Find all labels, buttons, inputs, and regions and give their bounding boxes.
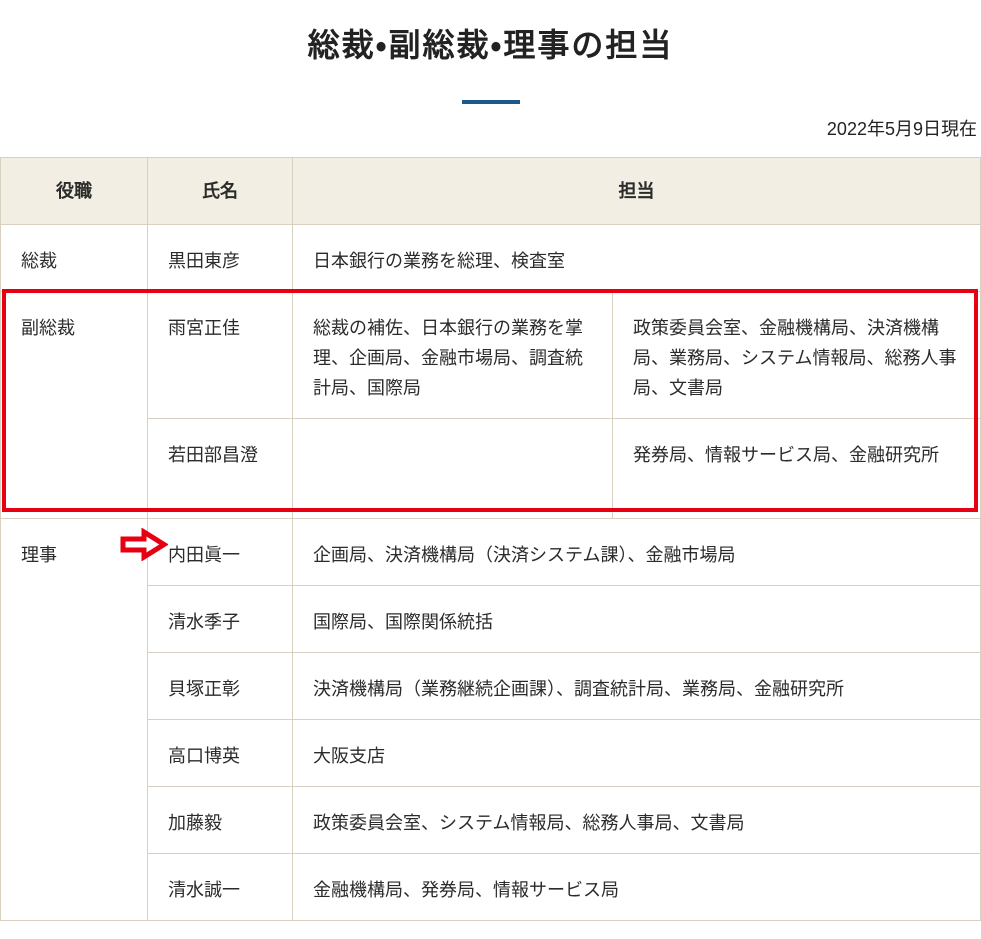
cell-deputy2-charge-main (293, 419, 613, 519)
cell-director6-name: 清水誠一 (148, 854, 293, 921)
cell-director1-charge: 企画局、決済機構局（決済システム課）、金融市場局 (293, 519, 981, 586)
table-wrap: 役職 氏名 担当 総裁 黒田東彦 日本銀行の業務を総理、検査室 副総裁 雨宮正佳… (0, 157, 981, 921)
cell-deputy1-charge-main: 総裁の補佐、日本銀行の業務を掌理、企画局、金融市場局、調査統計局、国際局 (293, 292, 613, 419)
header-position: 役職 (1, 158, 148, 225)
cell-governor-position: 総裁 (1, 225, 148, 292)
cell-director1-name: 内田眞一 (148, 519, 293, 586)
page: 総裁・副総裁・理事の担当 2022年5月9日現在 役職 氏名 担当 総裁 黒 (0, 26, 981, 921)
cell-deputy1-charge-sub: 政策委員会室、金融機構局、決済機構局、業務局、システム情報局、総務人事局、文書局 (613, 292, 981, 419)
cell-governor-charge: 日本銀行の業務を総理、検査室 (293, 225, 981, 292)
cell-deputy-position: 副総裁 (1, 292, 148, 519)
cell-director5-charge: 政策委員会室、システム情報局、総務人事局、文書局 (293, 787, 981, 854)
page-title: 総裁・副総裁・理事の担当 (0, 26, 981, 64)
table-row-director-5: 加藤毅 政策委員会室、システム情報局、総務人事局、文書局 (1, 787, 981, 854)
cell-director2-charge: 国際局、国際関係統括 (293, 586, 981, 653)
table-row-director-6: 清水誠一 金融機構局、発券局、情報サービス局 (1, 854, 981, 921)
table-header-row: 役職 氏名 担当 (1, 158, 981, 225)
table-row-director-1: 理事 内田眞一 企画局、決済機構局（決済システム課）、金融市場局 (1, 519, 981, 586)
header-charge: 担当 (293, 158, 981, 225)
table-row-director-2: 清水季子 国際局、国際関係統括 (1, 586, 981, 653)
cell-director2-name: 清水季子 (148, 586, 293, 653)
cell-governor-name: 黒田東彦 (148, 225, 293, 292)
cell-director3-charge: 決済機構局（業務継続企画課）、調査統計局、業務局、金融研究所 (293, 653, 981, 720)
table-row-director-3: 貝塚正彰 決済機構局（業務継続企画課）、調査統計局、業務局、金融研究所 (1, 653, 981, 720)
cell-deputy2-charge-sub: 発券局、情報サービス局、金融研究所 (613, 419, 981, 519)
cell-director4-name: 高口博英 (148, 720, 293, 787)
responsibilities-table: 役職 氏名 担当 総裁 黒田東彦 日本銀行の業務を総理、検査室 副総裁 雨宮正佳… (0, 157, 981, 921)
cell-director3-name: 貝塚正彰 (148, 653, 293, 720)
cell-director5-name: 加藤毅 (148, 787, 293, 854)
table-row-deputy-1: 副総裁 雨宮正佳 総裁の補佐、日本銀行の業務を掌理、企画局、金融市場局、調査統計… (1, 292, 981, 419)
table-row-deputy-2: 若田部昌澄 発券局、情報サービス局、金融研究所 (1, 419, 981, 519)
cell-deputy1-name: 雨宮正佳 (148, 292, 293, 419)
cell-deputy2-name: 若田部昌澄 (148, 419, 293, 519)
cell-director6-charge: 金融機構局、発券局、情報サービス局 (293, 854, 981, 921)
cell-directors-position: 理事 (1, 519, 148, 921)
date-note: 2022年5月9日現在 (0, 116, 977, 142)
cell-director4-charge: 大阪支店 (293, 720, 981, 787)
title-underline (462, 100, 520, 104)
header-name: 氏名 (148, 158, 293, 225)
table-row-director-4: 高口博英 大阪支店 (1, 720, 981, 787)
table-row-governor: 総裁 黒田東彦 日本銀行の業務を総理、検査室 (1, 225, 981, 292)
